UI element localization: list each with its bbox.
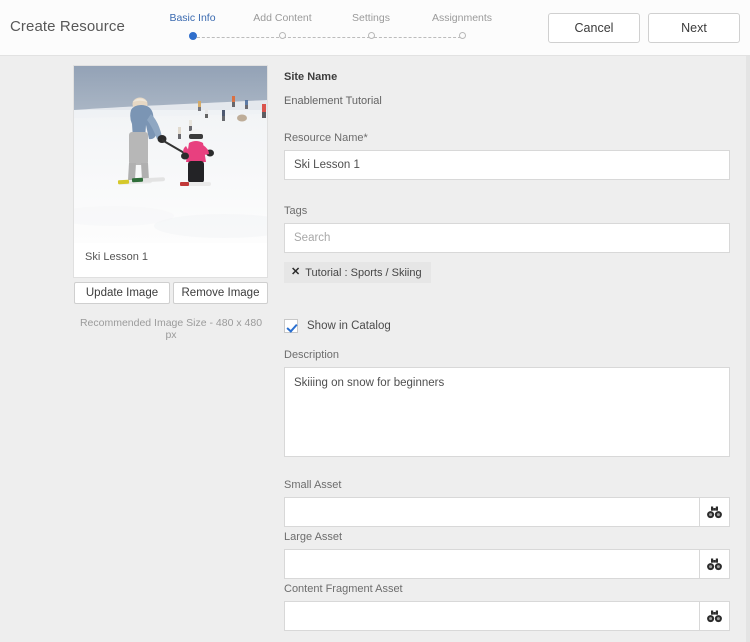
large-asset-row [284, 549, 730, 579]
description-field-group: Description [284, 349, 730, 457]
site-name-heading: Site Name [284, 71, 338, 83]
remove-image-button[interactable]: Remove Image [173, 282, 268, 304]
binoculars-icon[interactable] [699, 601, 730, 631]
resource-image-card: Ski Lesson 1 [73, 65, 268, 278]
small-asset-input[interactable] [284, 497, 699, 527]
resource-name-field-group: Resource Name* [284, 132, 730, 180]
binoculars-glyph [707, 558, 722, 570]
large-asset-input[interactable] [284, 549, 699, 579]
binoculars-glyph [707, 610, 722, 622]
recommended-image-size-note: Recommended Image Size - 480 x 480 px [79, 317, 263, 341]
small-asset-label: Small Asset [284, 479, 342, 491]
resource-name-input[interactable] [284, 150, 730, 180]
small-asset-field-group: Small Asset [284, 479, 730, 527]
wizard-step-settings[interactable]: Settings [343, 12, 399, 39]
resource-name-label: Resource Name* [284, 132, 368, 144]
binoculars-icon[interactable] [699, 549, 730, 579]
wizard-step-label: Basic Info [169, 12, 216, 24]
content-fragment-asset-field-group: Content Fragment Asset [284, 583, 730, 631]
content-fragment-asset-label: Content Fragment Asset [284, 583, 403, 595]
show-in-catalog-row[interactable]: Show in Catalog [284, 319, 391, 333]
next-button[interactable]: Next [648, 13, 740, 43]
page-scrollbar-track[interactable] [746, 56, 750, 642]
wizard-step-basic-info[interactable]: Basic Info [163, 12, 222, 40]
tags-label: Tags [284, 205, 308, 217]
wizard-step-add-content[interactable]: Add Content [246, 12, 319, 39]
wizard-step-assignments[interactable]: Assignments [427, 12, 497, 39]
content-fragment-asset-input[interactable] [284, 601, 699, 631]
wizard-step-label: Assignments [431, 12, 493, 24]
app-header: Create Resource Basic Info Add Content S… [0, 0, 750, 56]
wizard-step-label: Add Content [253, 12, 312, 24]
close-icon[interactable]: ✕ [291, 267, 300, 278]
large-asset-label: Large Asset [284, 531, 343, 543]
large-asset-field-group: Large Asset [284, 531, 730, 579]
content-fragment-asset-row [284, 601, 730, 631]
binoculars-glyph [707, 506, 722, 518]
cancel-button[interactable]: Cancel [548, 13, 640, 43]
wizard-step-dot [458, 32, 466, 39]
wizard-step-dot [367, 32, 375, 39]
small-asset-row [284, 497, 730, 527]
tag-chip[interactable]: ✕ Tutorial : Sports / Skiing [284, 262, 431, 283]
wizard-step-indicator: Basic Info Add Content Settings Assignme… [163, 12, 508, 48]
tags-search-input[interactable] [284, 223, 730, 253]
binoculars-icon[interactable] [699, 497, 730, 527]
description-textarea[interactable] [284, 367, 730, 457]
resource-thumbnail[interactable] [74, 66, 267, 243]
tag-chip-label: Tutorial : Sports / Skiing [305, 266, 422, 279]
page-title: Create Resource [10, 18, 125, 35]
image-card-caption: Ski Lesson 1 [85, 251, 148, 263]
wizard-step-dot [279, 32, 286, 39]
wizard-step-dot [188, 32, 197, 40]
show-in-catalog-label: Show in Catalog [307, 320, 391, 332]
description-label: Description [284, 349, 340, 361]
update-image-button[interactable]: Update Image [74, 282, 170, 304]
show-in-catalog-checkbox[interactable] [284, 319, 298, 333]
tags-field-group: Tags [284, 205, 730, 253]
wizard-step-label: Settings [352, 12, 390, 24]
site-name-value: Enablement Tutorial [284, 95, 382, 107]
